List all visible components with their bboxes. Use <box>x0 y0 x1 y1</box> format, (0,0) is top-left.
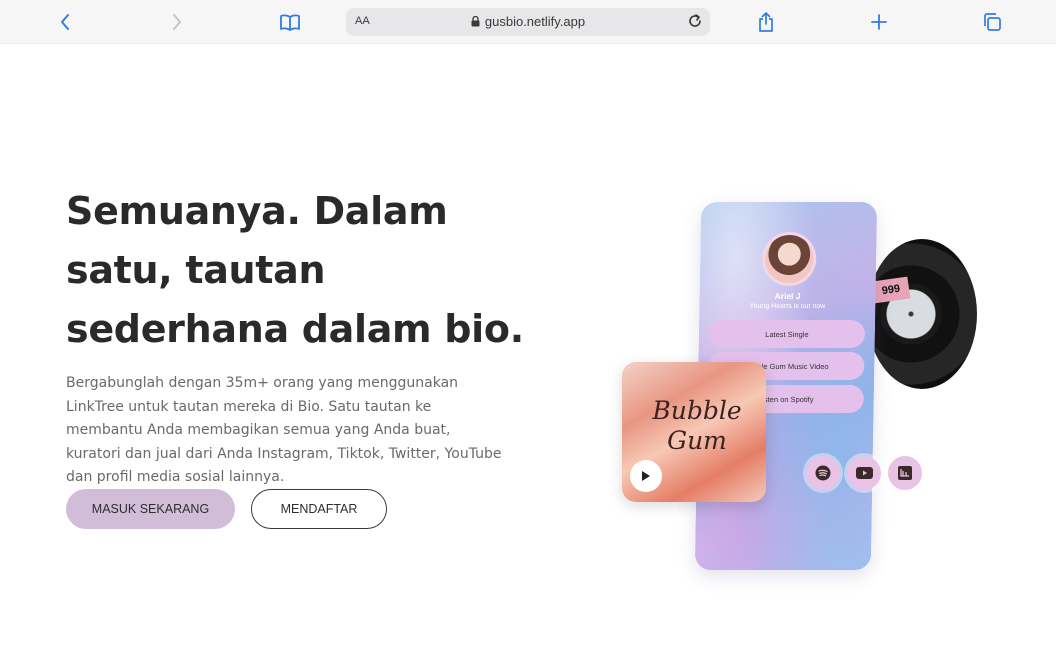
youtube-icon <box>855 467 873 479</box>
hero-headline: Semuanya. Dalam satu, tautan sederhana d… <box>66 189 524 351</box>
vinyl-label: 999 <box>871 276 911 304</box>
album-title-line2: Gum <box>667 426 727 455</box>
play-icon <box>642 471 650 481</box>
album-cover: Bubble Gum <box>622 362 766 502</box>
spotify-icon <box>815 465 831 481</box>
reload-icon[interactable] <box>686 12 704 30</box>
book-icon <box>280 14 300 31</box>
album-title: Bubble Gum <box>632 396 762 456</box>
hero-description: Bergabunglah dengan 35m+ orang yang meng… <box>66 375 502 485</box>
back-button[interactable] <box>50 7 80 37</box>
new-tab-button[interactable] <box>864 7 894 37</box>
forward-button[interactable] <box>162 7 192 37</box>
share-icon <box>759 12 773 32</box>
spotify-social <box>806 456 840 490</box>
youtube-social <box>847 456 881 490</box>
share-button[interactable] <box>751 7 781 37</box>
chevron-right-icon <box>173 14 181 30</box>
login-button[interactable]: MASUK SEKARANG <box>66 489 235 529</box>
play-button <box>630 460 662 492</box>
plus-icon <box>871 14 887 30</box>
register-button[interactable]: MENDAFTAR <box>251 489 387 529</box>
avatar <box>761 232 817 286</box>
lock-icon <box>471 16 480 27</box>
bandcamp-icon <box>898 466 912 480</box>
profile-name: Ariel J <box>774 291 801 301</box>
tabs-overview-button[interactable] <box>977 7 1007 37</box>
hero-illustration: 999 Ariel J Young Hearts is out now Late… <box>600 190 1000 590</box>
address-bar[interactable]: AA gusbio.netlify.app <box>346 8 710 36</box>
url-text[interactable]: gusbio.netlify.app <box>346 14 710 29</box>
vinyl-record: 999 <box>867 239 977 389</box>
chevron-left-icon <box>61 14 69 30</box>
bandcamp-social <box>888 456 922 490</box>
mockup-link-latest-single: Latest Single <box>708 320 866 348</box>
tabs-icon <box>984 13 1001 31</box>
bookmarks-button[interactable] <box>275 7 305 37</box>
browser-toolbar: AA gusbio.netlify.app <box>0 0 1056 44</box>
album-title-line1: Bubble <box>652 396 742 425</box>
profile-tagline: Young Hearts is out now <box>749 303 826 310</box>
url-label: gusbio.netlify.app <box>484 14 586 29</box>
